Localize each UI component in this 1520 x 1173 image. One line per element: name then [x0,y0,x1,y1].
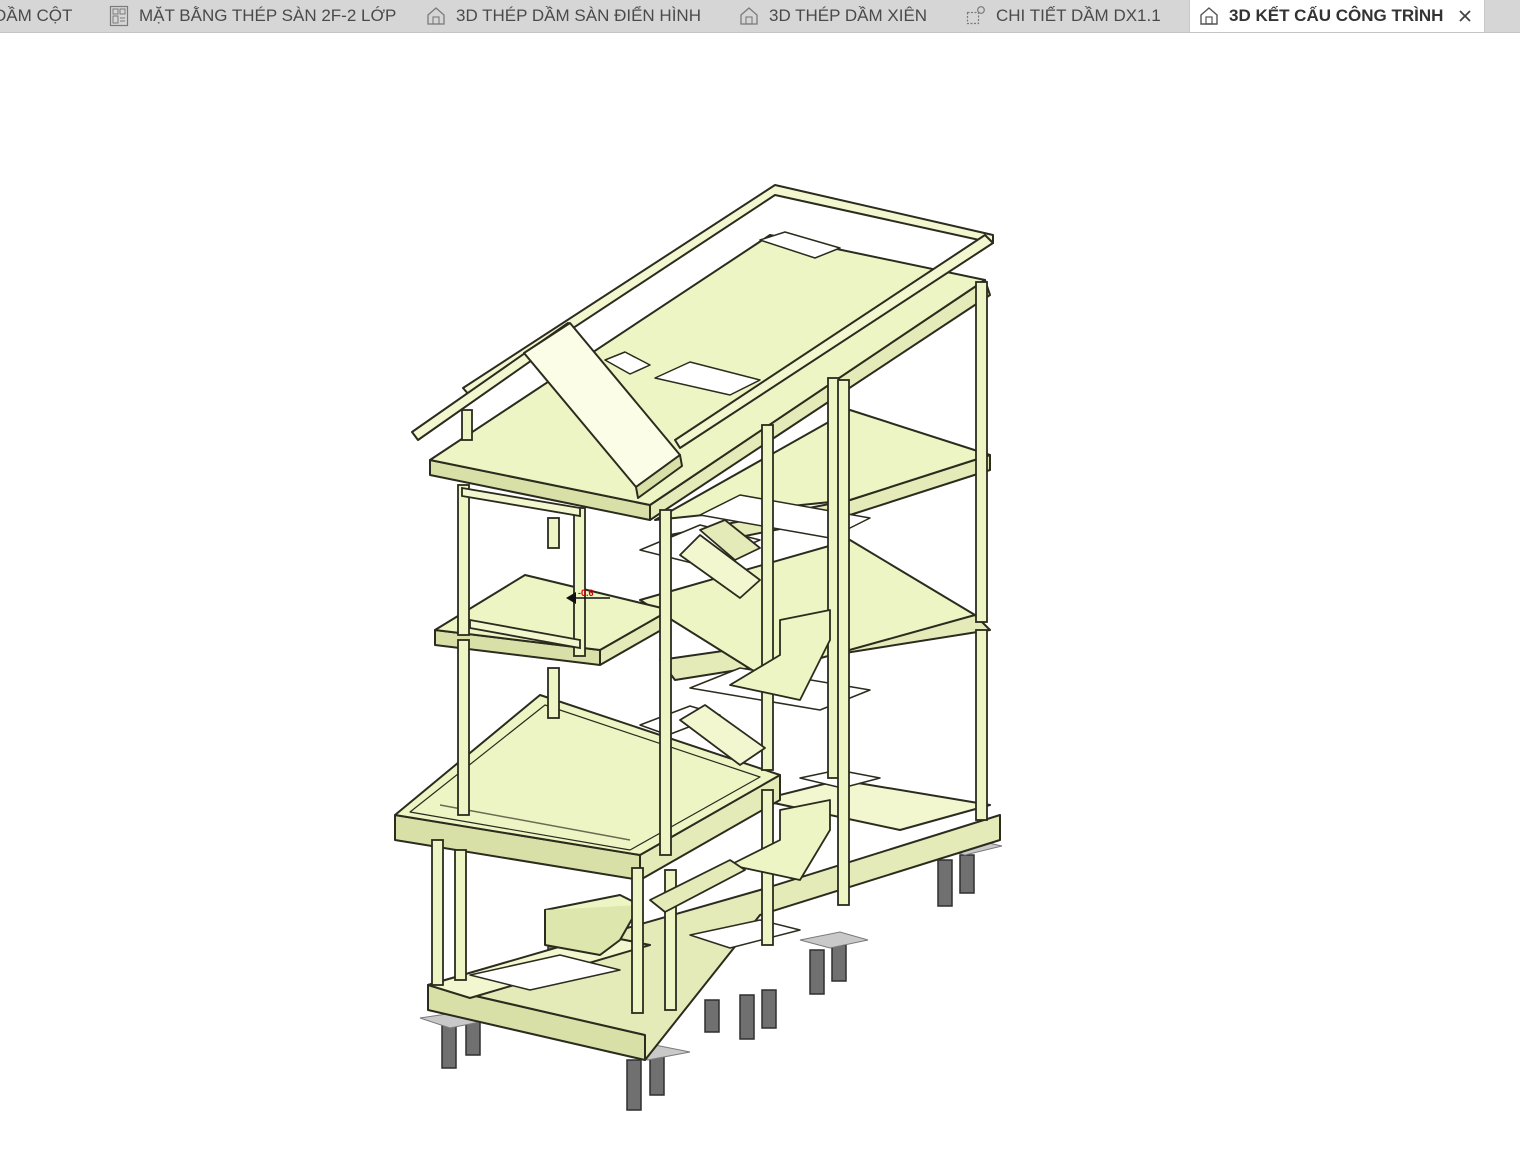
structural-model: -0.6 [394,184,1003,1111]
tab-3d-ket-cau-cong-trinh[interactable]: 3D KẾT CẤU CÔNG TRÌNH [1189,0,1485,32]
tab-label: MẶT BẰNG THÉP SÀN 2F-2 LỚP [139,6,397,25]
tab-label: 3D THÉP DẦM SÀN ĐIỂN HÌNH [456,6,701,25]
3d-view-icon [738,5,760,27]
tab-dam-cot[interactable]: DẦM CỘT [0,0,80,32]
detail-view-icon [965,5,987,27]
tab-label: CHI TIẾT DẦM DX1.1 [996,6,1161,25]
tab-label: DẦM CỘT [0,6,73,25]
close-icon[interactable] [1455,6,1475,26]
level-marker-label: -0.6 [578,588,594,598]
tab-label: 3D KẾT CẤU CÔNG TRÌNH [1229,6,1444,25]
view-tab-bar: DẦM CỘT MẶT BẰNG THÉP SÀN 2F-2 LỚP 3D TH… [0,0,1520,33]
tab-3d-thep-dam-san[interactable]: 3D THÉP DẦM SÀN ĐIỂN HÌNH [425,0,725,32]
tab-mat-bang-thep-san[interactable]: MẶT BẰNG THÉP SÀN 2F-2 LỚP [108,0,408,32]
floor-plan-icon [108,5,130,27]
tab-label: 3D THÉP DẦM XIÊN [769,6,928,25]
3d-view-icon [425,5,447,27]
tab-3d-thep-dam-xien[interactable]: 3D THÉP DẦM XIÊN [738,0,948,32]
3d-model-viewport[interactable]: -0.6 [0,33,1520,1173]
tab-chi-tiet-dam[interactable]: CHI TIẾT DẦM DX1.1 [965,0,1175,32]
3d-view-icon [1198,5,1220,27]
